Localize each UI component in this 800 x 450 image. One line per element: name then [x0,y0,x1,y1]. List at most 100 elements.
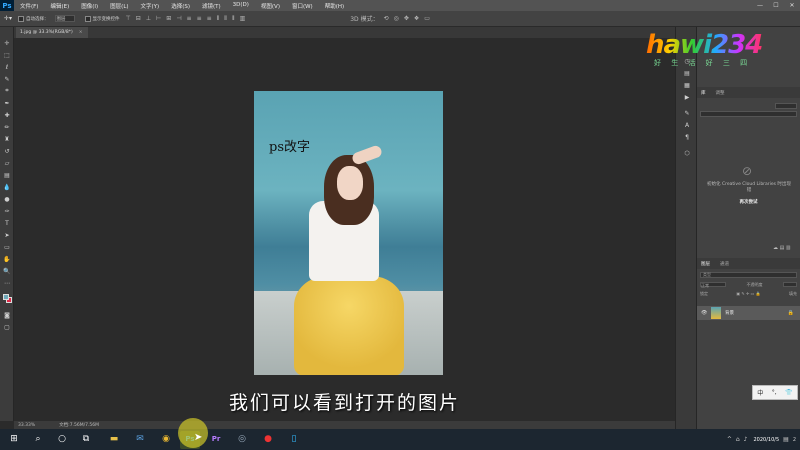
chrome-icon[interactable]: ◉ [158,431,174,447]
menu-filter[interactable]: 滤镜(T) [202,2,221,10]
app-icon[interactable]: ◎ [234,431,250,447]
lasso-tool-icon[interactable]: ℓ [2,63,12,71]
distribute-right-icon[interactable]: ⦀ [232,15,235,23]
brush-tool-icon[interactable]: ✏ [2,123,12,131]
canvas-area[interactable]: ps改字 我们可以看到打开的图片 [14,38,675,421]
paragraph-panel-icon[interactable]: ¶ [682,133,692,141]
retry-link[interactable]: 再次尝试 [697,199,800,205]
layer-filter-input[interactable]: 类型 [700,272,797,278]
distribute-top-icon[interactable]: ≡ [187,15,192,22]
file-explorer-icon[interactable]: ▬ [106,431,122,447]
clock[interactable]: 2020/10/5 [754,437,780,443]
volume-icon[interactable]: ♪ [744,436,748,443]
maximize-button[interactable]: ☐ [768,0,784,11]
distribute-left-icon[interactable]: ⦀ [217,15,220,23]
healing-brush-tool-icon[interactable]: ✚ [2,111,12,119]
menu-help[interactable]: 帮助(H) [325,2,344,10]
notification-icon[interactable]: ▤ [783,436,789,443]
show-transform-checkbox[interactable] [84,15,91,22]
align-bottom-icon[interactable]: ⊥ [146,15,151,22]
close-icon[interactable]: × [79,30,83,35]
photo-canvas[interactable]: ps改字 [254,91,443,375]
align-middle-icon[interactable]: ⊟ [136,15,141,22]
menu-3d[interactable]: 3D(D) [233,2,249,10]
more-tools-icon[interactable]: ⋯ [2,279,12,287]
tray-expand-icon[interactable]: ^ [727,436,732,443]
menu-edit[interactable]: 编辑(E) [50,2,69,10]
actions-panel-icon[interactable]: ▶ [682,93,692,101]
phone-app-icon[interactable]: ▯ [286,431,302,447]
layer-row[interactable]: 👁 背景 🔒 [697,306,800,320]
dodge-tool-icon[interactable]: ● [2,195,12,203]
windows-start-icon[interactable]: ⊞ [6,431,22,447]
auto-select-dropdown[interactable]: 图层 [54,15,75,22]
3d-scale-icon[interactable]: ▭ [424,15,430,22]
3d-drag-icon[interactable]: ✥ [404,15,409,22]
hand-tool-icon[interactable]: ✋ [2,255,12,263]
blend-mode-dropdown[interactable]: 正常 [700,282,726,288]
distribute-center-icon[interactable]: ⦀ [224,15,227,23]
menu-image[interactable]: 图像(I) [81,2,98,10]
zoom-level[interactable]: 33.33% [18,423,35,428]
blur-tool-icon[interactable]: 💧 [2,183,12,191]
move-tool-icon[interactable]: ✛ [2,39,12,47]
history-brush-tool-icon[interactable]: ↺ [2,147,12,155]
close-window-button[interactable]: ✕ [784,0,800,11]
move-tool-preset-icon[interactable]: ✛▾ [4,15,12,22]
menu-select[interactable]: 选择(S) [171,2,190,10]
distribute-bottom-icon[interactable]: ≡ [207,15,212,22]
tab-libraries[interactable]: 库 [701,90,706,96]
search-icon[interactable]: ⌕ [30,431,46,447]
eyedropper-tool-icon[interactable]: ✒ [2,99,12,107]
quick-mask-icon[interactable]: ◙ [2,311,12,319]
mail-icon[interactable]: ✉ [132,431,148,447]
library-footer-icons[interactable]: ☁ ▤ ▥ [773,245,791,251]
network-icon[interactable]: ⌂ [736,436,740,443]
pen-tool-icon[interactable]: ✑ [2,207,12,215]
task-view-icon[interactable]: ⧉ [78,431,94,447]
cortana-icon[interactable]: ○ [54,431,70,447]
zoom-tool-icon[interactable]: 🔍 [2,267,12,275]
align-left-icon[interactable]: ⊢ [156,15,161,22]
premiere-taskbar-icon[interactable]: Pr [208,431,224,447]
swatches-panel-icon[interactable]: ▦ [682,81,692,89]
opacity-input[interactable] [783,282,797,287]
character-panel-icon[interactable]: A [682,121,692,129]
menu-layer[interactable]: 图层(L) [110,2,128,10]
tab-channels[interactable]: 通道 [720,261,729,267]
3d-roll-icon[interactable]: ◎ [394,15,399,22]
clone-stamp-tool-icon[interactable]: ♜ [2,135,12,143]
document-tab[interactable]: 1.jpg @ 33.3%(RGB/8*) × [16,27,88,38]
brush-panel-icon[interactable]: ✎ [682,109,692,117]
screen-mode-icon[interactable]: ▢ [2,323,12,331]
align-center-icon[interactable]: ⊞ [166,15,171,22]
3d-slide-icon[interactable]: ❖ [414,15,419,22]
foreground-color-swatch[interactable] [3,294,9,300]
3d-panel-icon[interactable]: ⬡ [682,149,692,157]
distribute-middle-icon[interactable]: ≡ [197,15,202,22]
menu-type[interactable]: 文字(Y) [141,2,160,10]
align-right-icon[interactable]: ⊣ [176,15,181,22]
path-select-tool-icon[interactable]: ➤ [2,231,12,239]
align-top-icon[interactable]: ⊤ [126,15,131,22]
auto-align-icon[interactable]: ▥ [240,15,246,22]
menu-window[interactable]: 窗口(W) [292,2,313,10]
menu-file[interactable]: 文件(F) [20,2,38,10]
tab-adjustments[interactable]: 调整 [716,90,725,96]
visibility-eye-icon[interactable]: 👁 [701,310,711,316]
3d-rotate-icon[interactable]: ⟲ [384,15,389,22]
marquee-tool-icon[interactable]: ⬚ [2,51,12,59]
ime-skin-icon[interactable]: 👕 [785,389,792,396]
auto-select-checkbox[interactable] [18,15,25,22]
shape-tool-icon[interactable]: ▭ [2,243,12,251]
crop-tool-icon[interactable]: ⌗ [2,87,12,95]
type-tool-icon[interactable]: T [2,219,12,227]
ime-punctuation-toggle[interactable]: °, [772,389,777,396]
lock-icons[interactable]: ▣ ✎ ✛ ▭ 🔒 [736,291,760,297]
tab-layers[interactable]: 图层 [701,261,710,267]
eraser-tool-icon[interactable]: ▱ [2,159,12,167]
menu-view[interactable]: 视图(V) [261,2,280,10]
library-dropdown[interactable] [775,103,797,109]
recorder-icon[interactable]: ● [260,431,276,447]
ime-language-toggle[interactable]: 中 [757,388,763,397]
